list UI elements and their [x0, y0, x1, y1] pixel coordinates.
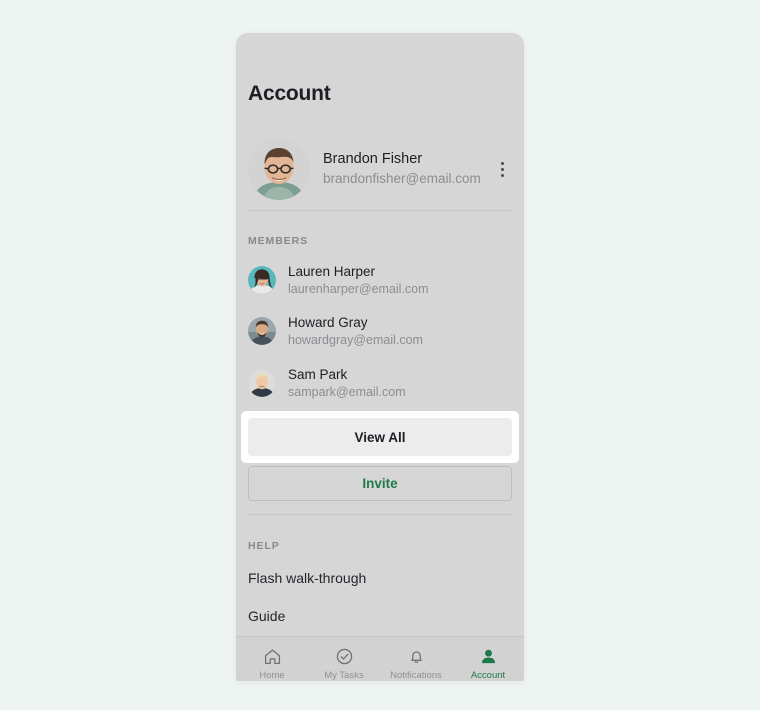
screen: Account Brandon Fisher brandonfisher@ema…: [0, 0, 760, 710]
divider-account: [248, 210, 512, 211]
person-icon: [479, 646, 498, 666]
member-email: howardgray@email.com: [288, 332, 423, 347]
page-title: Account: [248, 82, 331, 105]
member-text: Sam Park sampark@email.com: [288, 366, 406, 400]
nav-label-notifications: Notifications: [390, 670, 442, 681]
avatar-photo-howard: [248, 317, 276, 345]
help-link-guide[interactable]: Guide: [248, 608, 285, 624]
account-name: Brandon Fisher: [323, 151, 423, 168]
avatar-photo-brandon: [248, 138, 310, 200]
members-section-label: MEMBERS: [248, 235, 308, 247]
invite-button[interactable]: Invite: [248, 466, 512, 501]
view-all-button[interactable]: View All: [248, 418, 512, 456]
member-name: Howard Gray: [288, 314, 368, 330]
home-icon: [263, 646, 282, 666]
nav-item-my-tasks[interactable]: My Tasks: [308, 637, 380, 681]
bottom-navigation-bar: Home My Tasks Notifications Account: [236, 637, 524, 681]
nav-label-home: Home: [259, 670, 285, 681]
list-item[interactable]: Lauren Harper laurenharper@email.com: [248, 261, 512, 299]
account-email: brandonfisher@email.com: [323, 170, 481, 186]
nav-item-account[interactable]: Account: [452, 637, 524, 681]
avatar-photo-sam: [248, 369, 276, 397]
member-email: sampark@email.com: [288, 384, 406, 399]
member-email: laurenharper@email.com: [288, 281, 429, 296]
nav-label-account: Account: [470, 670, 506, 681]
list-item[interactable]: Howard Gray howardgray@email.com: [248, 312, 512, 350]
nav-item-notifications[interactable]: Notifications: [380, 637, 452, 681]
bell-icon: [407, 646, 426, 666]
member-name: Sam Park: [288, 366, 348, 382]
check-circle-icon: [335, 646, 354, 666]
divider-members: [248, 514, 512, 515]
account-panel: Account Brandon Fisher brandonfisher@ema…: [236, 33, 524, 681]
help-link-flash-walk-through[interactable]: Flash walk-through: [248, 570, 366, 586]
avatar-photo-lauren: [248, 266, 276, 294]
help-section-label: HELP: [248, 540, 280, 552]
account-profile-row[interactable]: Brandon Fisher brandonfisher@email.com: [248, 136, 512, 202]
view-all-focus-ring: View All: [241, 411, 519, 463]
account-text: Brandon Fisher brandonfisher@email.com: [323, 150, 492, 188]
kebab-menu-icon[interactable]: [492, 152, 512, 186]
nav-label-my-tasks: My Tasks: [324, 670, 364, 681]
member-text: Lauren Harper laurenharper@email.com: [288, 263, 429, 297]
member-text: Howard Gray howardgray@email.com: [288, 314, 423, 348]
nav-item-home[interactable]: Home: [236, 637, 308, 681]
panel-content: Account Brandon Fisher brandonfisher@ema…: [236, 33, 524, 681]
member-name: Lauren Harper: [288, 263, 376, 279]
list-item[interactable]: Sam Park sampark@email.com: [248, 364, 512, 402]
